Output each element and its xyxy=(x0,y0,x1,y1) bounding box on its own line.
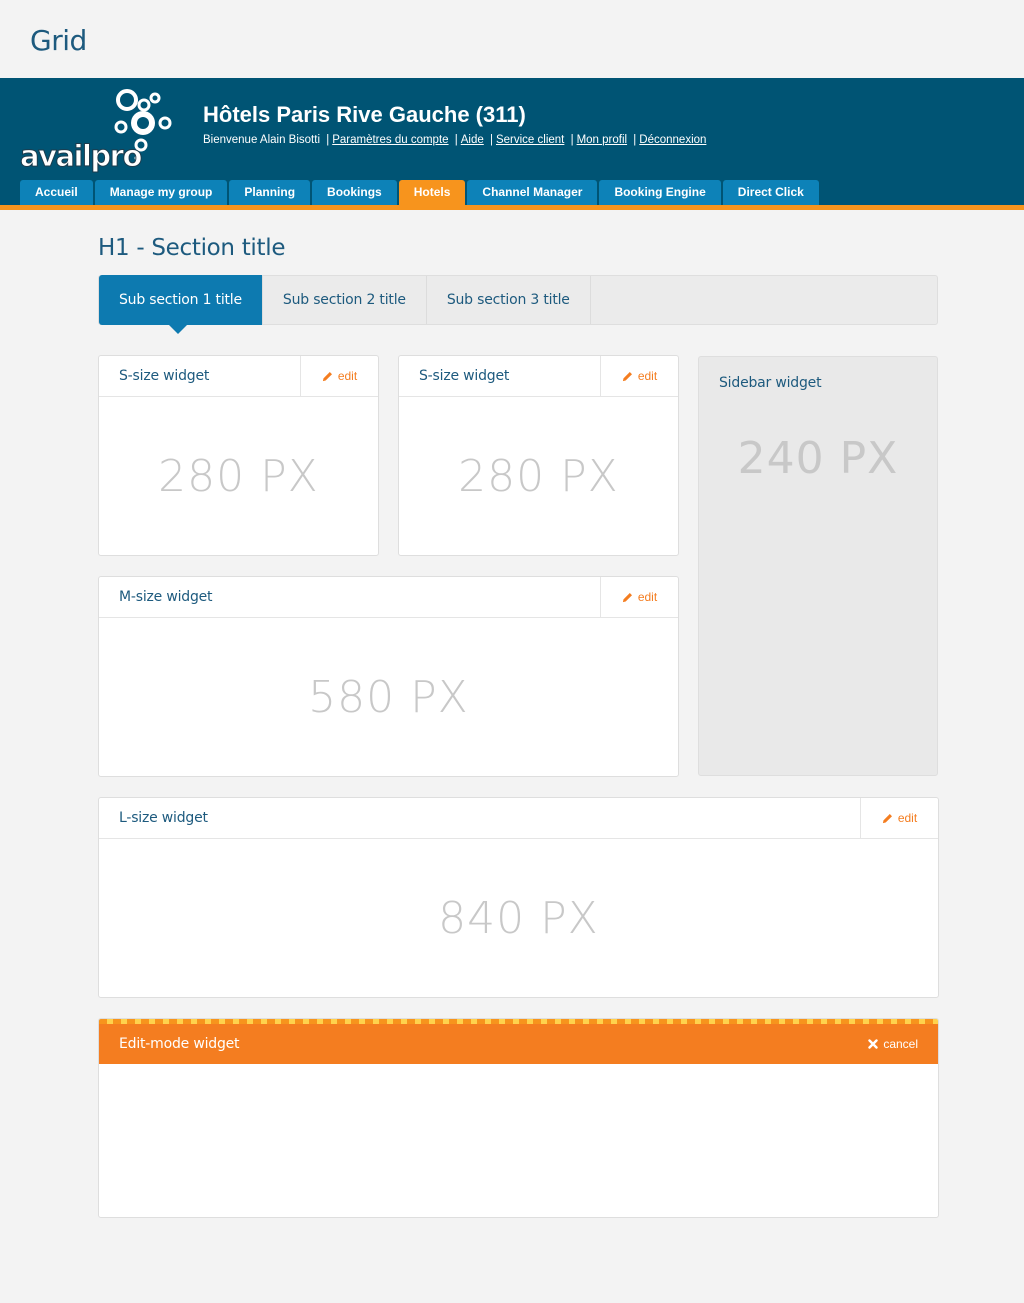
widget-size-label: 840 PX xyxy=(438,892,599,944)
widget-title: M-size widget xyxy=(119,589,213,605)
s-size-widget: S-size widget edit 280 PX xyxy=(398,355,679,556)
widget-header: Edit-mode widget cancel xyxy=(99,1024,938,1064)
widget-grid: S-size widget edit 280 PX S-size widget … xyxy=(98,355,939,1218)
nav-tab-bookings[interactable]: Bookings xyxy=(312,180,397,205)
widget-header: M-size widget edit xyxy=(99,576,678,618)
edit-button[interactable]: edit xyxy=(860,797,938,839)
link-account-settings[interactable]: Paramètres du compte xyxy=(332,134,448,146)
link-help[interactable]: Aide xyxy=(461,134,484,146)
widget-title: Sidebar widget xyxy=(719,375,822,391)
widget-title: Edit-mode widget xyxy=(119,1036,240,1052)
welcome-text: Bienvenue Alain Bisotti xyxy=(203,134,320,146)
nav-tab-accueil[interactable]: Accueil xyxy=(20,180,93,205)
main-content: H1 - Section title Sub section 1 title S… xyxy=(98,235,939,1218)
widget-size-label: 240 PX xyxy=(737,433,899,484)
widget-header: S-size widget edit xyxy=(99,355,378,397)
widget-size-label: 280 PX xyxy=(458,450,619,502)
logo-text: availpro xyxy=(20,139,143,174)
separator: | xyxy=(454,134,458,146)
page-heading: Grid xyxy=(0,0,1024,78)
link-logout[interactable]: Déconnexion xyxy=(639,134,706,146)
separator: | xyxy=(570,134,574,146)
edit-button[interactable]: edit xyxy=(600,355,678,397)
s-size-widget: S-size widget edit 280 PX xyxy=(98,355,379,556)
nav-tab-hotels[interactable]: Hotels xyxy=(398,180,466,205)
page-title: Grid xyxy=(30,24,87,57)
pencil-icon xyxy=(622,371,632,381)
widget-title: S-size widget xyxy=(119,368,210,384)
edit-button[interactable]: edit xyxy=(600,576,678,618)
edit-button[interactable]: edit xyxy=(300,355,378,397)
nav-tab-booking-engine[interactable]: Booking Engine xyxy=(599,180,721,205)
subtab-1[interactable]: Sub section 1 title xyxy=(99,275,263,334)
pencil-icon xyxy=(322,371,332,381)
subtab-2[interactable]: Sub section 2 title xyxy=(263,276,427,324)
user-links: Bienvenue Alain Bisotti | Paramètres du c… xyxy=(203,134,706,146)
cancel-label: cancel xyxy=(883,1037,918,1051)
cancel-button[interactable]: cancel xyxy=(868,1037,918,1051)
link-customer-service[interactable]: Service client xyxy=(496,134,564,146)
link-profile[interactable]: Mon profil xyxy=(577,134,628,146)
nav-tab-planning[interactable]: Planning xyxy=(229,180,311,205)
m-size-widget: M-size widget edit 580 PX xyxy=(98,576,679,777)
separator: | xyxy=(326,134,330,146)
app-header: availpro Hôtels Paris Rive Gauche (311) … xyxy=(0,78,1024,210)
section-title: H1 - Section title xyxy=(98,235,286,261)
edit-label: edit xyxy=(337,369,358,383)
widget-size-label: 280 PX xyxy=(158,450,319,502)
edit-label: edit xyxy=(637,369,658,383)
edit-mode-widget: Edit-mode widget cancel xyxy=(98,1018,939,1218)
availpro-logo[interactable]: availpro xyxy=(18,86,178,246)
main-nav: Accueil Manage my group Planning Booking… xyxy=(20,180,821,205)
l-size-widget: L-size widget edit 840 PX xyxy=(98,797,939,998)
separator: | xyxy=(489,134,493,146)
close-icon xyxy=(868,1039,879,1049)
widget-title: L-size widget xyxy=(119,810,208,826)
edit-label: edit xyxy=(897,811,918,825)
hotel-name: Hôtels Paris Rive Gauche (311) xyxy=(203,102,526,127)
nav-tab-manage-my-group[interactable]: Manage my group xyxy=(94,180,228,205)
widget-header: S-size widget edit xyxy=(399,355,678,397)
nav-tab-direct-click[interactable]: Direct Click xyxy=(722,180,819,205)
widget-title: S-size widget xyxy=(419,368,510,384)
widget-size-label: 580 PX xyxy=(308,671,469,723)
sidebar-widget: Sidebar widget 240 PX xyxy=(698,356,938,776)
pencil-icon xyxy=(882,813,892,823)
separator: | xyxy=(633,134,637,146)
subsection-tabs: Sub section 1 title Sub section 2 title … xyxy=(98,275,938,334)
subtab-3[interactable]: Sub section 3 title xyxy=(427,276,591,324)
edit-label: edit xyxy=(637,590,658,604)
pencil-icon xyxy=(622,592,632,602)
widget-header: L-size widget edit xyxy=(99,797,938,839)
nav-tab-channel-manager[interactable]: Channel Manager xyxy=(467,180,598,205)
